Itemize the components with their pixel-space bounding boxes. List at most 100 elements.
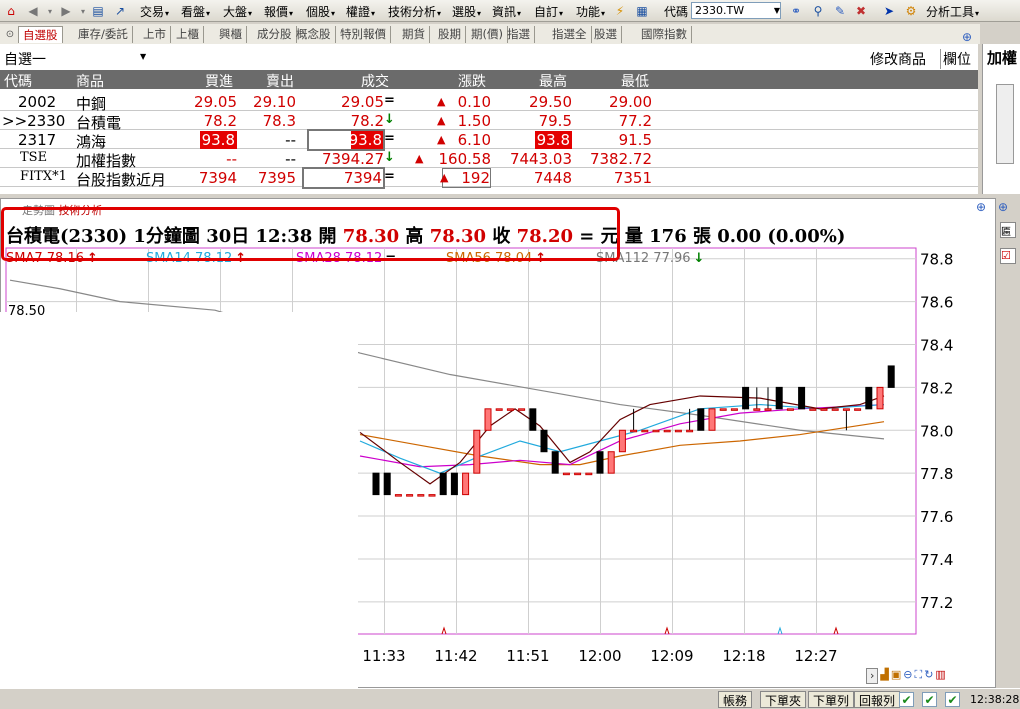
table-row[interactable]: >>2330 台積電 78.2 78.3 78.2 1.50 79.5 77.2 ↓ ▲ [0,111,978,132]
candle-icon[interactable]: ▣ [891,668,901,684]
y-tick-label: 78.0 [920,422,953,440]
scroll-right-icon[interactable]: › [866,668,879,684]
print-icon[interactable]: ▤ [90,3,106,19]
menu-item[interactable]: 資訊▾ [492,3,521,20]
side-zoom-icon[interactable]: ⊕ [998,200,1008,214]
table-row[interactable]: TSE 加權指數 -- -- 7394.27 160.58 7443.03 7382.72 ↓ ▲ [0,149,978,170]
left-price-label: 78.50 [8,304,46,319]
table-row[interactable]: 2317 鴻海 93.8 -- 93.8 6.10 93.8 91.5 = ▲ [0,129,978,151]
columns-button[interactable]: 欄位 [940,49,971,69]
search-icon[interactable]: ⚲ [810,3,826,19]
calendar-icon[interactable]: ▦ [634,3,650,19]
account-button[interactable]: 帳務 [718,691,753,708]
zoom-out-icon[interactable]: ⊖ [903,668,912,684]
menu-item[interactable]: 自訂▾ [534,3,563,20]
lightning-icon[interactable]: ⚡ [612,3,628,19]
candle [562,472,570,476]
binoculars-icon[interactable]: ⚭ [788,3,804,19]
tab-dropdown-icon[interactable]: ⊙ [2,26,18,42]
menu-item[interactable]: 選股▾ [452,3,481,20]
candle [618,429,626,453]
modify-button[interactable]: 修改商品 [870,49,926,69]
analysis-icon[interactable]: ⚙ [903,3,919,19]
check-icon[interactable]: ✔ [922,692,937,707]
side-text-button[interactable]: 匾 [1000,222,1016,238]
tab[interactable]: 庫存/委託 [74,26,133,43]
candle [495,408,503,411]
candle [529,408,537,431]
new-window-icon[interactable]: ↗ [112,3,128,19]
table-row[interactable]: 2002 中鋼 29.05 29.10 29.05 0.10 29.50 29.00 = ▲ [0,92,978,113]
tab[interactable]: 成分股 [253,26,297,43]
code-dropdown-icon[interactable]: ▼ [771,2,783,19]
candle [730,408,738,411]
chart-tool-icon[interactable]: ✎ [832,3,848,19]
tab[interactable]: 興櫃 [215,26,247,43]
arrow-down-icon: ↓ [384,150,395,165]
header-bid: 買進 [205,74,233,90]
cell-ask: 78.3 [262,112,296,130]
tab[interactable]: 股選 [590,26,622,43]
bar-chart-icon[interactable]: ▥ [935,668,945,684]
check-icon[interactable]: ✔ [945,692,960,707]
check-icon[interactable]: ✔ [899,692,914,707]
watchlist-tabs: ⊙ 自選股 庫存/委託 上市 上櫃 興櫃 成分股 概念股 特別報價 期貨 股期 期(價) 指選 指選全股… [0,24,980,44]
menu-item[interactable]: 個股▾ [306,3,335,20]
candle [585,472,593,476]
y-tick-label: 78.8 [920,251,953,269]
fit-icon[interactable]: ⛶ [915,668,923,684]
cell-low: 29.00 [609,93,652,111]
status-bar: 帳務 下單夾 下單列 回報列 ✔ ✔ ✔ 12:38:28 [0,688,1020,709]
cell-chg: 192 [442,168,491,188]
chevron-down-icon[interactable]: ▼ [140,52,146,61]
forward-dropdown-icon[interactable]: ▾ [75,3,91,19]
report-bar-button[interactable]: 回報列 [854,691,901,708]
forward-icon[interactable]: ▶ [58,3,74,19]
home-icon[interactable]: ⌂ [3,3,19,19]
clock: 12:38:28 [970,693,1020,706]
tab[interactable]: 指選 [503,26,535,43]
menu-item[interactable]: 權證▾ [346,3,375,20]
analysis-tools-menu[interactable]: 分析工具▾ [926,3,979,20]
order-folder-button[interactable]: 下單夾 [760,691,807,708]
cursor-icon[interactable]: ➤ [881,3,897,19]
zoom-icon[interactable]: ⊕ [962,30,972,44]
candle [641,429,649,433]
tab[interactable]: 指選全 [548,26,592,43]
back-dropdown-icon[interactable]: ▾ [42,3,58,19]
cell-last: 7394.27 [321,150,384,168]
chart-zoom-icon[interactable]: ⊕ [976,200,986,214]
candle [674,429,682,433]
menu-item[interactable]: 大盤▾ [223,3,252,20]
cell-high: 93.8 [534,131,572,149]
code-input[interactable]: 2330.TW [691,2,781,19]
y-tick-label: 78.6 [920,294,953,312]
tab[interactable]: 概念股 [292,26,336,43]
tab[interactable]: 上櫃 [172,26,204,43]
menu-item[interactable]: 技術分析▾ [388,3,441,20]
menu-item[interactable]: 交易▾ [140,3,169,20]
tab[interactable]: 自選股 [18,26,63,43]
back-icon[interactable]: ◀ [25,3,41,19]
tab[interactable]: 股期 [434,26,466,43]
candle [719,408,727,411]
scrollbar[interactable] [996,84,1014,164]
menu-item[interactable]: 看盤▾ [181,3,210,20]
indicator-icon[interactable]: ▟ [880,668,888,684]
cell-ask: 29.10 [253,93,296,111]
table-row[interactable]: FITX*1 台股指數近月 7394 7395 7394 192 7448 7351 = ▲ [0,167,978,189]
tab[interactable]: 期(價) [467,26,508,43]
tab[interactable]: 國際指數 [637,26,692,43]
tab[interactable]: 期貨 [398,26,430,43]
tab[interactable]: 特別報價 [336,26,391,43]
menu-item[interactable]: 功能▾ [576,3,605,20]
refresh-icon[interactable]: ↻ [924,668,933,684]
group-select[interactable]: 自選一 [4,49,46,69]
x-tick-label: 12:27 [794,647,837,665]
side-check-button[interactable]: ☑ [1000,248,1016,264]
order-bar-button[interactable]: 下單列 [808,691,855,708]
menu-item[interactable]: 報價▾ [264,3,293,20]
tab[interactable]: 上市 [139,26,171,43]
cell-code: 2317 [18,131,57,149]
alert-icon[interactable]: ✖ [853,3,869,19]
